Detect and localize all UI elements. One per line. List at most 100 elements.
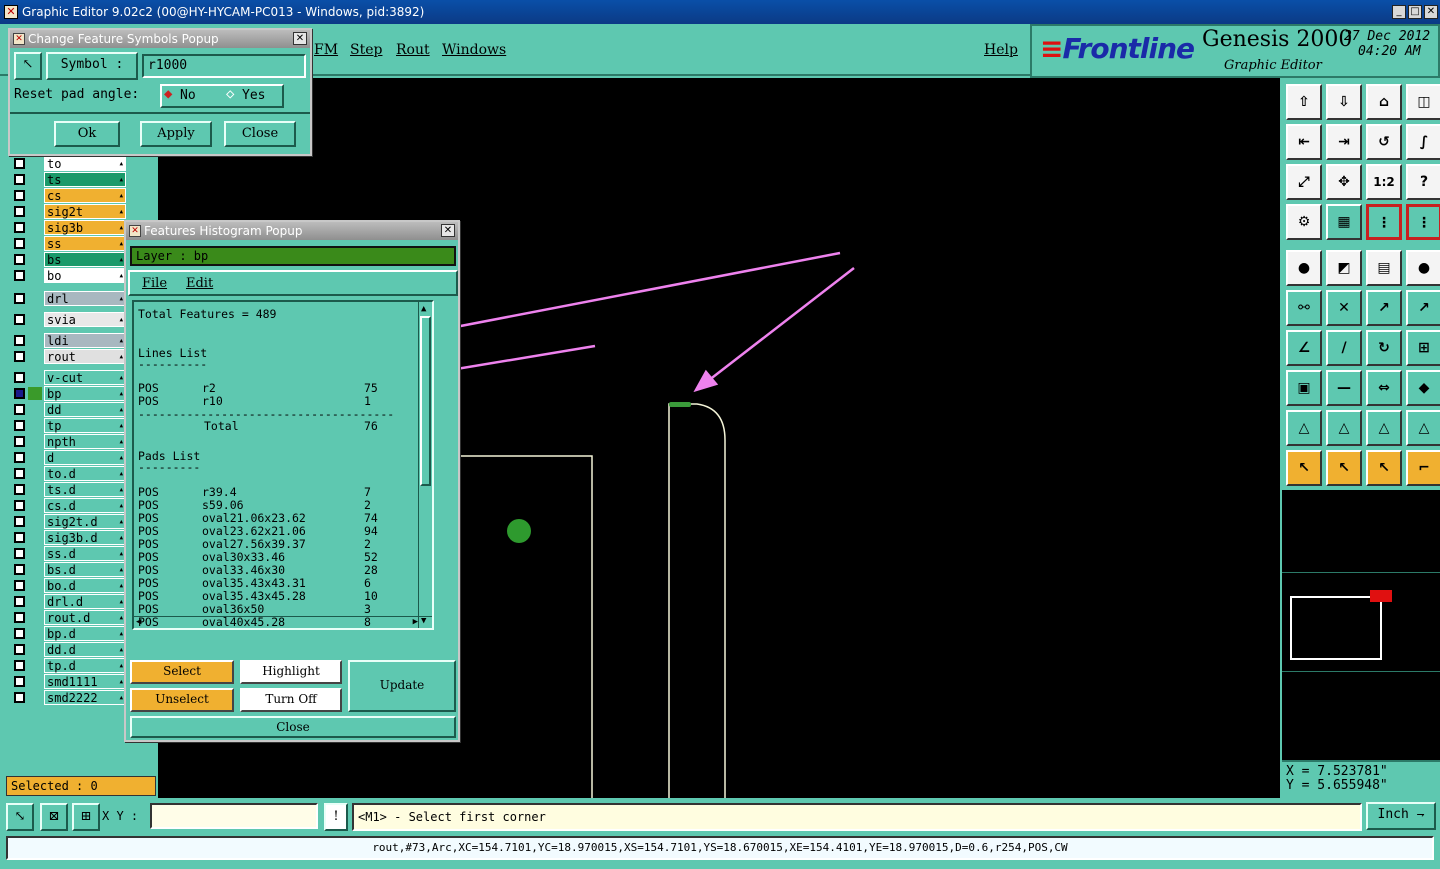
pan-left-icon[interactable]: ⇤: [1286, 124, 1322, 160]
zoom-1-2-icon[interactable]: 1:2: [1366, 164, 1402, 200]
radio-no-icon[interactable]: ◆: [164, 86, 172, 102]
horizontal-scrollbar[interactable]: ◀ ▶: [134, 616, 432, 628]
layer-name[interactable]: bo.d: [44, 578, 126, 594]
layer-checkbox[interactable]: [14, 372, 25, 383]
shapes-icon[interactable]: ◆: [1406, 370, 1440, 406]
layer-name[interactable]: v-cut: [44, 370, 126, 386]
fit-icon[interactable]: ⇔: [1366, 370, 1402, 406]
layer-checkbox[interactable]: [14, 564, 25, 575]
point2-icon[interactable]: ↗: [1406, 290, 1440, 326]
layer-name[interactable]: ss: [44, 236, 126, 252]
layer-name[interactable]: dd.d: [44, 642, 126, 658]
layer-name[interactable]: bp.d: [44, 626, 126, 642]
ruler-icon[interactable]: ▤: [1366, 250, 1402, 286]
scroll-right-icon[interactable]: ▶: [413, 617, 418, 627]
layer-name[interactable]: bs: [44, 252, 126, 268]
layer-checkbox[interactable]: [14, 314, 25, 325]
layer-checkbox[interactable]: [14, 190, 25, 201]
apply-button[interactable]: Apply: [140, 121, 212, 147]
layer-name[interactable]: dd: [44, 402, 126, 418]
layer-name[interactable]: svia: [44, 312, 126, 328]
layer-checkbox[interactable]: [14, 388, 25, 399]
vertical-scrollbar[interactable]: ▲ ▼: [418, 302, 432, 628]
angle-icon[interactable]: ∠: [1286, 330, 1322, 366]
layer-checkbox[interactable]: [14, 335, 25, 346]
zoom-fit-icon[interactable]: ⤢: [1286, 164, 1322, 200]
layer-checkbox[interactable]: [14, 404, 25, 415]
tri1-icon[interactable]: △: [1286, 410, 1322, 446]
cross-icon[interactable]: ✕: [1326, 290, 1362, 326]
point-icon[interactable]: ↗: [1366, 290, 1402, 326]
layer-name[interactable]: rout.d: [44, 610, 126, 626]
help-icon[interactable]: ?: [1406, 164, 1440, 200]
layer-checkbox[interactable]: [14, 692, 25, 703]
layer-checkbox[interactable]: [14, 254, 25, 265]
layer-name[interactable]: ss.d: [44, 546, 126, 562]
layer-name[interactable]: npth: [44, 434, 126, 450]
layer-row[interactable]: ts: [8, 172, 158, 188]
layer-checkbox[interactable]: [14, 222, 25, 233]
circle-icon[interactable]: ●: [1406, 250, 1440, 286]
menu-rout[interactable]: Rout: [396, 42, 430, 58]
pointer-icon[interactable]: ↖: [1286, 450, 1322, 486]
layer-checkbox[interactable]: [14, 351, 25, 362]
undo-icon[interactable]: ↺: [1366, 124, 1402, 160]
pointer3-icon[interactable]: ↖: [1366, 450, 1402, 486]
layer-name[interactable]: drl.d: [44, 594, 126, 610]
align-icon[interactable]: ⊞: [1406, 330, 1440, 366]
turn-off-button[interactable]: Turn Off: [240, 688, 342, 712]
layer-checkbox[interactable]: [14, 468, 25, 479]
layer-row[interactable]: cs: [8, 188, 158, 204]
layer-checkbox[interactable]: [14, 500, 25, 511]
symbol-input[interactable]: r1000: [142, 54, 306, 78]
pan-right-icon[interactable]: ⇥: [1326, 124, 1362, 160]
menu-file[interactable]: File: [142, 276, 167, 291]
layer-name[interactable]: d: [44, 450, 126, 466]
layer-name[interactable]: sig3b.d: [44, 530, 126, 546]
select-box-icon[interactable]: ▣: [1286, 370, 1322, 406]
layer-name[interactable]: to.d: [44, 466, 126, 482]
layer-checkbox[interactable]: [14, 660, 25, 671]
layer-name[interactable]: sig3b: [44, 220, 126, 236]
tool-red2-icon[interactable]: ⋮: [1406, 204, 1440, 240]
menu-edit[interactable]: Edit: [186, 276, 213, 291]
scroll-up-icon[interactable]: ▲: [421, 304, 426, 314]
pad-icon[interactable]: ●: [1286, 250, 1322, 286]
layer-name[interactable]: smd1111: [44, 674, 126, 690]
measure-icon[interactable]: ⚙: [1286, 204, 1322, 240]
snap-mode-icon[interactable]: ⊠: [40, 803, 68, 831]
tri3-icon[interactable]: △: [1366, 410, 1402, 446]
layer-name[interactable]: ldi: [44, 333, 126, 349]
layer-name[interactable]: sig2t: [44, 204, 126, 220]
layer-checkbox[interactable]: [14, 596, 25, 607]
layer-name[interactable]: drl: [44, 291, 126, 307]
layer-checkbox[interactable]: [14, 644, 25, 655]
layer-name[interactable]: tp.d: [44, 658, 126, 674]
grid-mode-icon[interactable]: ⊞: [72, 803, 100, 831]
layer-checkbox[interactable]: [14, 516, 25, 527]
menu-windows[interactable]: Windows: [442, 42, 506, 58]
pointer-mode-icon[interactable]: ⤡: [6, 803, 34, 831]
close-button[interactable]: Close: [224, 121, 296, 147]
layer-checkbox[interactable]: [14, 206, 25, 217]
layer-name[interactable]: rout: [44, 349, 126, 365]
layer-up-icon[interactable]: ⇧: [1286, 84, 1322, 120]
close-icon[interactable]: ✕: [293, 32, 307, 45]
layer-checkbox[interactable]: [14, 174, 25, 185]
update-button[interactable]: Update: [348, 660, 456, 712]
overview-map[interactable]: [1282, 490, 1440, 760]
layer-row[interactable]: to: [8, 156, 158, 172]
layer-checkbox[interactable]: [14, 484, 25, 495]
pointer2-icon[interactable]: ↖: [1326, 450, 1362, 486]
unselect-button[interactable]: Unselect: [130, 688, 234, 712]
layer-checkbox[interactable]: [14, 436, 25, 447]
layer-name[interactable]: bp: [44, 386, 126, 402]
menu-step[interactable]: Step: [350, 42, 382, 58]
connect-icon[interactable]: ⚯: [1286, 290, 1322, 326]
pick-symbol-icon[interactable]: ↖: [14, 52, 42, 80]
layer-name[interactable]: cs.d: [44, 498, 126, 514]
layer-row[interactable]: sig2t: [8, 204, 158, 220]
split-icon[interactable]: ◫: [1406, 84, 1440, 120]
layer-checkbox[interactable]: [14, 293, 25, 304]
tri2-icon[interactable]: △: [1326, 410, 1362, 446]
